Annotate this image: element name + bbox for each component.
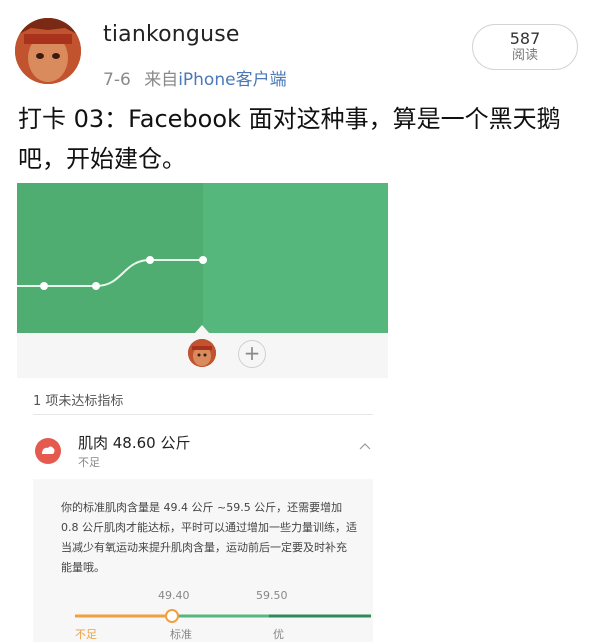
chart-pointer xyxy=(194,325,210,334)
source-prefix: 来自 xyxy=(144,70,179,90)
read-label: 阅读 xyxy=(511,48,538,63)
scale-segment-high xyxy=(269,614,371,618)
metric-status: 不足 xyxy=(78,456,100,469)
post-meta: 7-6 来自iPhone客户端 xyxy=(103,65,287,90)
attached-app-screenshot[interactable]: + 1 项未达标指标 肌肉 48.60 公斤 不足 你的标准肌肉含量是 49.4… xyxy=(17,183,388,642)
chart-history-area xyxy=(17,183,203,333)
scale-segment-standard xyxy=(172,614,269,618)
scale-marker xyxy=(165,609,179,623)
username[interactable]: tiankonguse xyxy=(103,22,240,47)
user-avatar[interactable] xyxy=(15,18,81,84)
trend-chart xyxy=(17,183,388,333)
source-app-link[interactable]: iPhone客户端 xyxy=(178,70,286,90)
post-header: tiankonguse 7-6 来自iPhone客户端 587 阅读 xyxy=(0,0,597,100)
low-threshold-label: 49.40 xyxy=(158,589,190,602)
muscle-scale-bar xyxy=(75,609,371,623)
profile-strip: + xyxy=(17,325,388,378)
scale-label-high: 优 xyxy=(273,628,284,641)
scale-label-standard: 标准 xyxy=(170,628,192,641)
unmet-metrics-title: 1 项未达标指标 xyxy=(33,394,124,409)
metrics-card: 1 项未达标指标 肌肉 48.60 公斤 不足 你的标准肌肉含量是 49.4 公… xyxy=(17,378,388,642)
trend-point-4[interactable] xyxy=(199,256,207,264)
post-date: 7-6 xyxy=(103,70,131,90)
section-divider xyxy=(33,414,373,415)
read-count: 587 xyxy=(509,29,541,48)
trend-point-2[interactable] xyxy=(92,282,100,290)
scale-label-low: 不足 xyxy=(75,628,97,641)
scale-segment-low xyxy=(75,614,172,618)
trend-point-3[interactable] xyxy=(146,256,154,264)
profile-avatar[interactable] xyxy=(188,339,216,367)
trend-chart-svg xyxy=(17,183,207,333)
trend-point-1[interactable] xyxy=(40,282,48,290)
post-text: 打卡 03：Facebook 面对这种事，算是一个黑天鹅吧，开始建仓。 xyxy=(18,105,561,173)
add-profile-button[interactable]: + xyxy=(238,340,266,368)
high-threshold-label: 59.50 xyxy=(256,589,288,602)
metric-description: 你的标准肌肉含量是 49.4 公斤 ~59.5 公斤，还需要增加0.8 公斤肌肉… xyxy=(61,501,357,574)
chevron-up-icon[interactable] xyxy=(359,442,371,450)
muscle-icon xyxy=(35,438,61,464)
metric-name: 肌肉 48.60 公斤 xyxy=(78,434,191,452)
read-count-badge[interactable]: 587 阅读 xyxy=(472,24,578,70)
